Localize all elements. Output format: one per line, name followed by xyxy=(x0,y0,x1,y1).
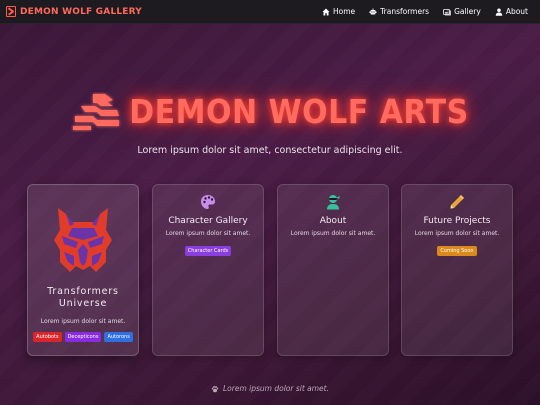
card-transformers[interactable]: Transformers Universe Lorem ipsum dolor … xyxy=(27,184,139,356)
nav-links: Home Transformers Gallery About xyxy=(322,7,528,16)
footer-text: Lorem ipsum dolor sit amet. xyxy=(223,384,329,393)
transformers-logo-icon xyxy=(54,208,112,272)
paw-icon xyxy=(211,385,219,392)
palette-icon xyxy=(201,195,215,209)
navbar: Demon Wolf Gallery Home Transformers Gal… xyxy=(0,0,540,24)
footer: Lorem ipsum dolor sit amet. xyxy=(0,384,540,393)
brand[interactable]: Demon Wolf Gallery xyxy=(6,6,142,17)
card-title: About xyxy=(319,216,347,226)
user-ninja-icon xyxy=(327,195,340,210)
card-title: Transformers Universe xyxy=(47,286,119,309)
badge-character-cards[interactable]: Character Cards xyxy=(184,246,232,256)
badge-autorons[interactable]: Autorons xyxy=(104,332,133,342)
home-icon xyxy=(322,8,330,15)
hero-title-row: Demon Wolf Arts xyxy=(0,92,540,132)
hero-title: Demon Wolf Arts xyxy=(129,92,469,132)
card-text: Lorem ipsum dolor sit amet. xyxy=(165,230,251,237)
brand-logo-icon xyxy=(6,6,16,17)
card-character-gallery[interactable]: Character Gallery Lorem ipsum dolor sit … xyxy=(152,184,264,356)
user-icon xyxy=(495,8,503,16)
robot-icon xyxy=(369,8,377,14)
card-future-projects[interactable]: Future Projects Lorem ipsum dolor sit am… xyxy=(401,184,513,356)
images-icon xyxy=(443,8,451,15)
card-title: Future Projects xyxy=(423,216,491,226)
badge-coming-soon[interactable]: Coming Soon xyxy=(437,246,477,256)
badge-decepticons[interactable]: Decepticons xyxy=(64,332,102,342)
nav-link-label: Gallery xyxy=(454,7,481,16)
card-text: Lorem ipsum dolor sit amet. xyxy=(290,230,376,237)
nav-link-about[interactable]: About xyxy=(495,7,528,16)
card-about[interactable]: About Lorem ipsum dolor sit amet. xyxy=(277,184,389,356)
nav-link-gallery[interactable]: Gallery xyxy=(443,7,481,16)
card-title: Character Gallery xyxy=(168,216,248,226)
card-text: Lorem ipsum dolor sit amet. xyxy=(414,230,500,237)
card-text: Lorem ipsum dolor sit amet. xyxy=(40,318,126,325)
pencil-icon xyxy=(450,195,464,209)
badge-group: Autobots Decepticons Autorons xyxy=(33,332,133,342)
hero-subtitle: Lorem ipsum dolor sit amet, consectetur … xyxy=(137,145,403,156)
nav-link-label: Home xyxy=(333,7,356,16)
brand-title: Demon Wolf Gallery xyxy=(20,6,143,17)
nav-link-transformers[interactable]: Transformers xyxy=(369,7,429,16)
nav-link-label: About xyxy=(505,7,528,16)
nav-link-label: Transformers xyxy=(380,7,430,16)
badge-autobots[interactable]: Autobots xyxy=(33,332,62,342)
wolf-logo-icon xyxy=(73,94,120,130)
nav-link-home[interactable]: Home xyxy=(322,7,355,16)
